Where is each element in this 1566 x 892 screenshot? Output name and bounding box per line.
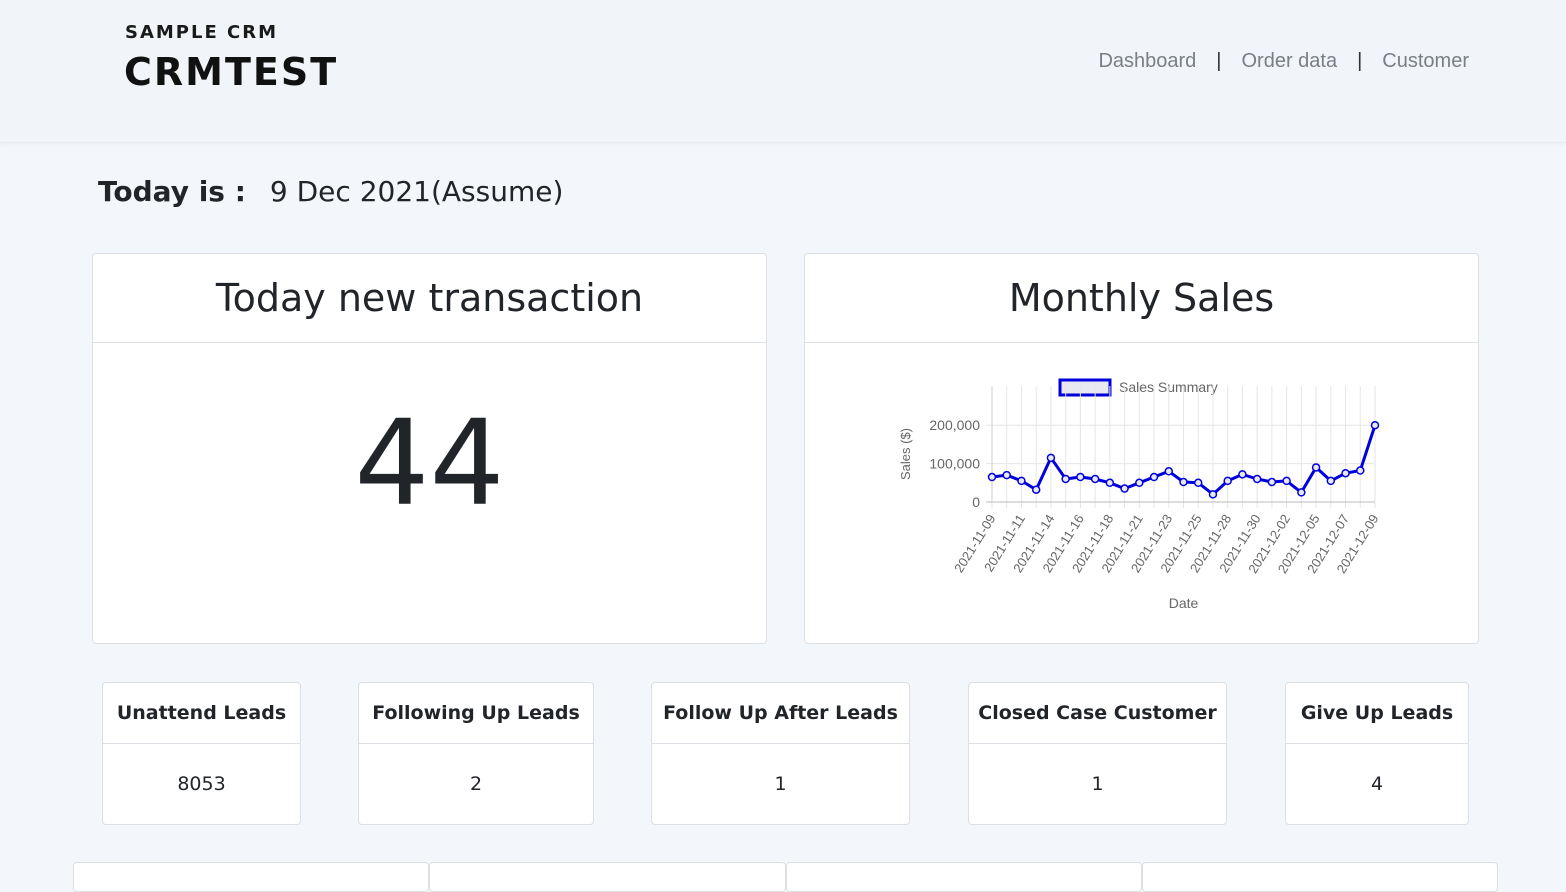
y-axis-label: Sales ($) xyxy=(898,428,913,480)
lead-card-title: Closed Case Customer xyxy=(969,683,1226,744)
sales-card: Monthly Sales Sales Summary 0 100,000 200,0… xyxy=(804,253,1479,644)
transaction-count: 44 xyxy=(354,394,505,532)
data-point xyxy=(1252,474,1262,484)
today-value: 9 Dec 2021(Assume) xyxy=(269,175,564,208)
lead-card-title: Follow Up After Leads xyxy=(652,683,909,744)
nav-customer[interactable]: Customer xyxy=(1382,50,1469,73)
data-point xyxy=(1031,485,1041,494)
data-point xyxy=(1120,484,1129,493)
x-axis-label: Date xyxy=(1169,595,1199,611)
lead-card-value: 8053 xyxy=(177,773,226,795)
transaction-card-title: Today new transaction xyxy=(93,254,766,343)
data-point xyxy=(1223,476,1232,486)
data-point xyxy=(1311,463,1321,472)
data-point xyxy=(1356,466,1365,475)
today-label: Today is : xyxy=(98,175,246,208)
nav-separator: | xyxy=(1357,50,1363,72)
data-point xyxy=(1164,467,1174,476)
lead-card-title: Unattend Leads xyxy=(103,683,300,744)
data-point xyxy=(1017,476,1026,486)
lead-card-closed-case[interactable]: Closed Case Customer 1 xyxy=(968,682,1227,825)
bottom-card xyxy=(429,862,786,892)
y-tick-label: 200,000 xyxy=(929,417,980,433)
sales-card-title: Monthly Sales xyxy=(805,254,1478,343)
bottom-card xyxy=(1142,862,1498,892)
data-point xyxy=(1208,490,1218,499)
data-point xyxy=(1238,470,1247,479)
lead-card-value: 2 xyxy=(469,773,483,795)
top-header: SAMPLE CRM CRMTEST Dashboard | Order dat… xyxy=(0,0,1566,143)
lead-card-value: 1 xyxy=(1091,773,1104,795)
data-point xyxy=(1179,477,1188,487)
lead-card-title: Following Up Leads xyxy=(359,683,593,744)
data-point xyxy=(1193,478,1203,488)
data-point xyxy=(1341,468,1350,478)
lead-card-value: 1 xyxy=(774,773,787,795)
nav-order-data[interactable]: Order data xyxy=(1241,50,1337,73)
today-date-row: Today is : 9 Dec 2021(Assume) xyxy=(98,175,563,208)
brand-subtitle: SAMPLE CRM xyxy=(125,22,279,43)
data-point xyxy=(1105,478,1115,488)
lead-card-give-up[interactable]: Give Up Leads 4 xyxy=(1285,682,1469,825)
lead-card-follow-up-after[interactable]: Follow Up After Leads 1 xyxy=(651,682,910,825)
lead-card-value: 4 xyxy=(1370,773,1384,795)
bottom-card xyxy=(786,862,1142,892)
data-point xyxy=(1370,420,1380,430)
data-point xyxy=(1149,472,1159,482)
data-point xyxy=(1046,453,1056,463)
data-point xyxy=(1090,474,1100,484)
data-point xyxy=(1326,476,1336,486)
data-point xyxy=(1267,477,1277,487)
nav-separator: | xyxy=(1216,50,1222,72)
data-point xyxy=(1076,472,1085,482)
brand-logo[interactable]: CRMTEST xyxy=(124,50,338,94)
lead-card-unattend[interactable]: Unattend Leads 8053 xyxy=(102,682,301,825)
lead-card-title: Give Up Leads xyxy=(1286,683,1468,744)
lead-card-following-up[interactable]: Following Up Leads 2 xyxy=(358,682,594,825)
sales-chart: Sales Summary0100,000200,000Sales ($)202… xyxy=(898,378,1382,611)
y-tick-label: 0 xyxy=(972,494,980,510)
data-point xyxy=(1297,488,1306,497)
data-point xyxy=(1061,474,1070,484)
main-nav: Dashboard | Order data | Customer xyxy=(1098,50,1469,73)
transaction-card: Today new transaction 44 xyxy=(92,253,767,644)
data-point xyxy=(1135,478,1144,488)
data-point xyxy=(987,472,997,482)
data-point xyxy=(1282,476,1291,486)
nav-dashboard[interactable]: Dashboard xyxy=(1098,50,1196,73)
y-tick-label: 100,000 xyxy=(929,456,980,472)
bottom-card xyxy=(73,862,429,892)
data-point xyxy=(1002,470,1011,480)
legend-swatch xyxy=(1058,378,1112,397)
